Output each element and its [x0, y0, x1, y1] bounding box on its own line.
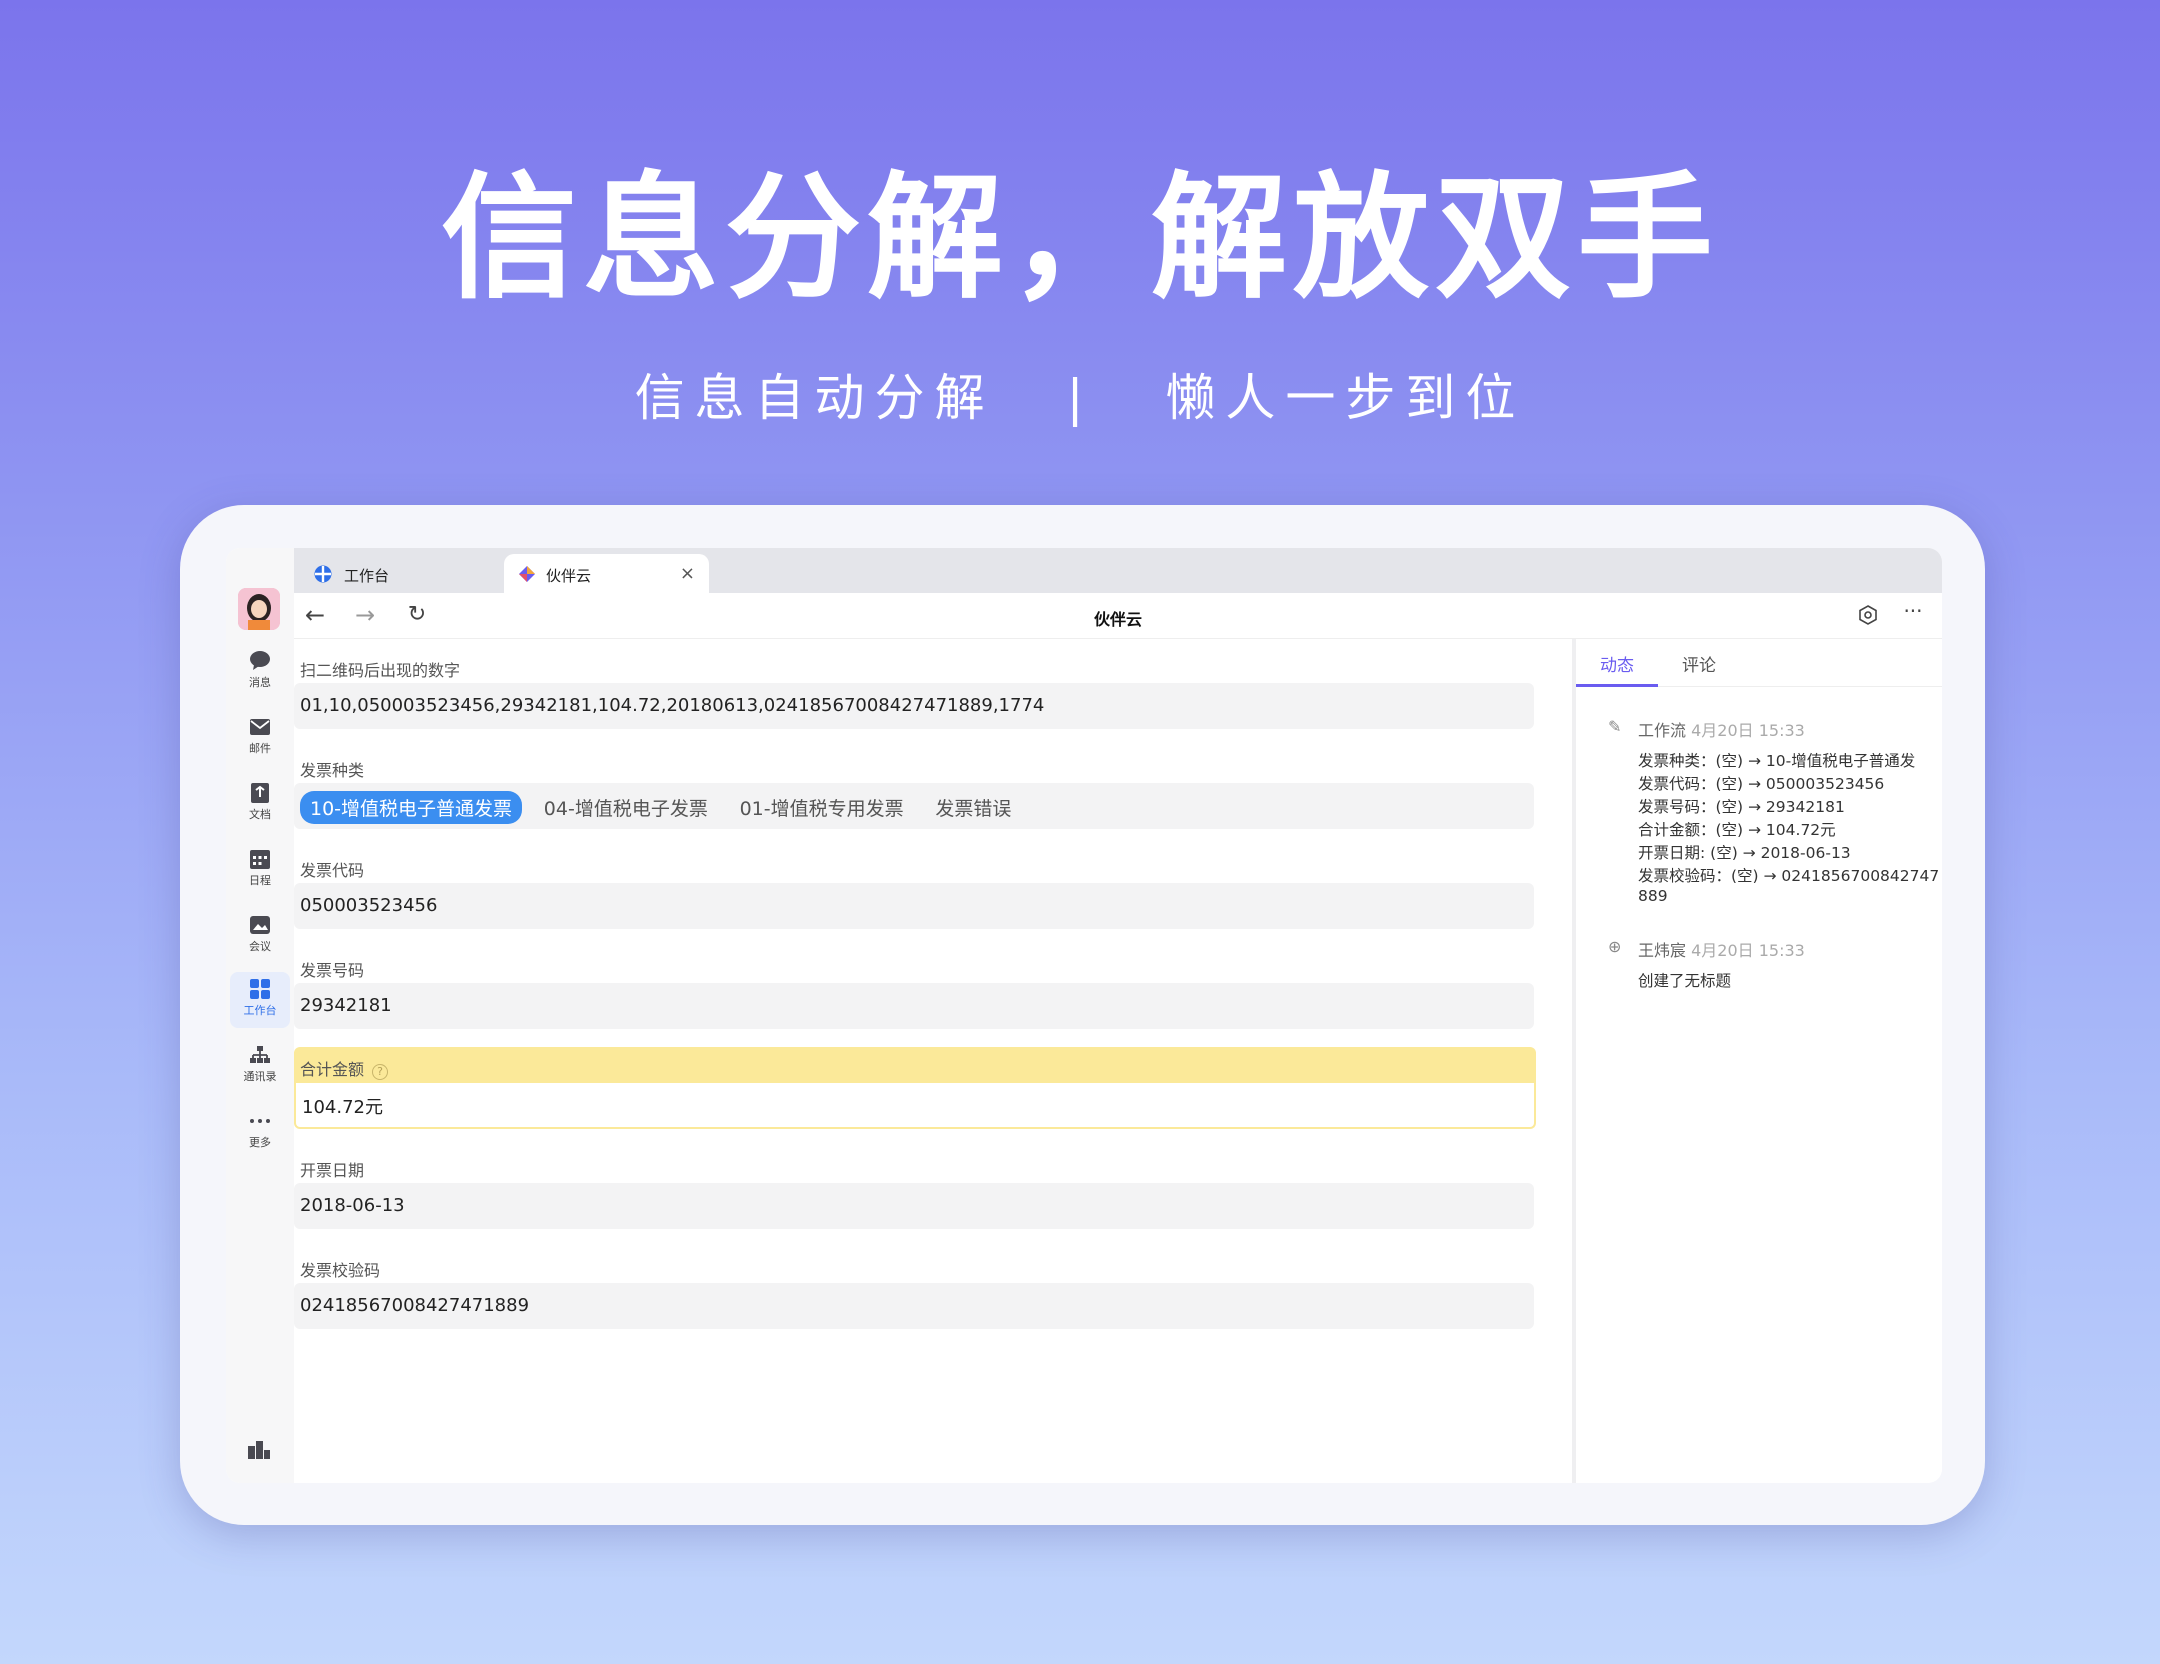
activity-time: 4月20日 15:33	[1691, 721, 1805, 740]
avatar[interactable]	[238, 588, 280, 630]
rail-item-calendar[interactable]: 日程	[230, 842, 290, 898]
rail-item-more[interactable]: 更多	[230, 1104, 290, 1160]
activity-header: 工作流 4月20日 15:33	[1638, 717, 1805, 741]
date-field[interactable]: 2018-06-13	[294, 1183, 1534, 1229]
rail-item-messages[interactable]: 消息	[230, 644, 290, 700]
settings-hexagon-icon[interactable]	[1855, 604, 1881, 630]
hero-subtitle-right: 懒人一步到位	[1165, 369, 1526, 427]
rail-label: 会议	[249, 940, 271, 953]
activity-line: 创建了无标题	[1638, 972, 1732, 990]
activity-author: 工作流	[1638, 721, 1687, 740]
activity-author: 王炜宸	[1638, 941, 1687, 960]
amount-field[interactable]: 104.72元	[294, 1083, 1536, 1129]
hero-subtitle: 信息自动分解 | 懒人一步到位	[0, 358, 2160, 430]
plus-circle-icon: ⊕	[1608, 937, 1622, 956]
number-field[interactable]: 29342181	[294, 983, 1534, 1029]
type-option-selected[interactable]: 10-增值税电子普通发票	[300, 791, 523, 824]
rail-item-docs[interactable]: 文档	[230, 776, 290, 832]
activity-line: 发票校验码：(空) → 0241856700842747	[1638, 867, 1940, 885]
activity-line: 开票日期: (空) → 2018-06-13	[1638, 844, 1851, 862]
tab-activity[interactable]: 动态	[1600, 651, 1634, 676]
check-label: 发票校验码	[300, 1261, 381, 1280]
form-area: 扫二维码后出现的数字 01,10,050003523456,29342181,1…	[294, 639, 1634, 1483]
rail-label: 消息	[249, 676, 271, 689]
rail-item-mail[interactable]: 邮件	[230, 710, 290, 766]
activity-header: 王炜宸 4月20日 15:33	[1638, 937, 1805, 961]
app-window: 消息 邮件 文档 日程 会议 工作台 通讯录 更多 工作台 伙伴云 × ← → …	[226, 548, 1942, 1483]
hero-subtitle-left: 信息自动分解	[634, 369, 995, 427]
left-rail: 消息 邮件 文档 日程 会议 工作台 通讯录 更多	[226, 548, 294, 1483]
rail-label: 更多	[249, 1136, 271, 1149]
hero-subtitle-separator: |	[1066, 369, 1094, 427]
nav-bar: ← → ↻ 伙伴云 ···	[294, 593, 1942, 639]
page-title: 伙伴云	[1093, 610, 1142, 629]
side-tabs: 动态 评论	[1576, 639, 1942, 687]
type-option[interactable]: 01-增值税专用发票	[730, 791, 914, 824]
tab-underline	[1576, 684, 1658, 687]
rail-label: 通讯录	[243, 1070, 277, 1083]
activity-line: 合计金额：(空) → 104.72元	[1638, 821, 1836, 839]
qr-field[interactable]: 01,10,050003523456,29342181,104.72,20180…	[294, 683, 1534, 729]
code-field[interactable]: 050003523456	[294, 883, 1534, 929]
type-label: 发票种类	[300, 761, 365, 780]
rail-item-contacts[interactable]: 通讯录	[230, 1038, 290, 1094]
help-icon[interactable]: ?	[372, 1064, 389, 1080]
tab-label: 工作台	[344, 567, 390, 585]
activity-time: 4月20日 15:33	[1691, 941, 1805, 960]
tab-huobanyun[interactable]: 伙伴云 ×	[504, 554, 709, 593]
code-label: 发票代码	[300, 861, 365, 880]
more-dots-icon	[248, 1110, 272, 1132]
rail-label: 工作台	[243, 1004, 277, 1017]
check-field[interactable]: 02418567008427471889	[294, 1283, 1534, 1329]
tab-label: 伙伴云	[546, 567, 592, 585]
number-label: 发票号码	[300, 961, 365, 980]
activity-line: 发票种类：(空) → 10-增值税电子普通发	[1638, 752, 1916, 770]
rail-label: 文档	[249, 808, 271, 821]
org-chart-icon	[248, 1044, 272, 1066]
activity-line: 发票号码：(空) → 29342181	[1638, 798, 1845, 816]
type-option[interactable]: 发票错误	[925, 791, 1021, 824]
tab-comments[interactable]: 评论	[1682, 651, 1716, 676]
tab-bar: 工作台 伙伴云 ×	[294, 548, 1942, 593]
rail-label: 日程	[249, 874, 271, 887]
pencil-icon: ✎	[1608, 717, 1622, 736]
workbench-logo-icon	[314, 565, 332, 583]
qr-label: 扫二维码后出现的数字	[300, 661, 461, 680]
amount-label: 合计金额	[300, 1060, 365, 1079]
meeting-icon	[248, 914, 272, 936]
type-option[interactable]: 04-增值税电子发票	[534, 791, 718, 824]
type-selector: 10-增值税电子普通发票 04-增值税电子发票 01-增值税专用发票 发票错误	[294, 783, 1534, 829]
workbench-grid-icon	[248, 978, 272, 1000]
close-icon[interactable]: ×	[680, 563, 695, 584]
brand-logo-icon[interactable]	[246, 1438, 272, 1460]
mail-icon	[248, 716, 272, 738]
calendar-icon	[248, 848, 272, 870]
amount-label-bar: 合计金额?	[294, 1047, 1536, 1083]
tab-workbench[interactable]: 工作台	[294, 554, 512, 593]
chat-bubble-icon	[248, 650, 272, 672]
date-label: 开票日期	[300, 1161, 365, 1180]
activity-panel: 动态 评论 ✎ 工作流 4月20日 15:33 发票种类：(空) → 10-增值…	[1576, 639, 1942, 1483]
activity-line: 发票代码：(空) → 050003523456	[1638, 775, 1885, 793]
huobanyun-logo-icon	[518, 565, 536, 583]
rail-item-workbench[interactable]: 工作台	[230, 972, 290, 1028]
rail-label: 邮件	[249, 742, 271, 755]
hero-title: 信息分解，解放双手	[441, 160, 1719, 318]
document-icon	[248, 782, 272, 804]
rail-item-meeting[interactable]: 会议	[230, 908, 290, 964]
activity-line: 889	[1638, 887, 1668, 905]
more-menu-icon[interactable]: ···	[1900, 599, 1926, 625]
